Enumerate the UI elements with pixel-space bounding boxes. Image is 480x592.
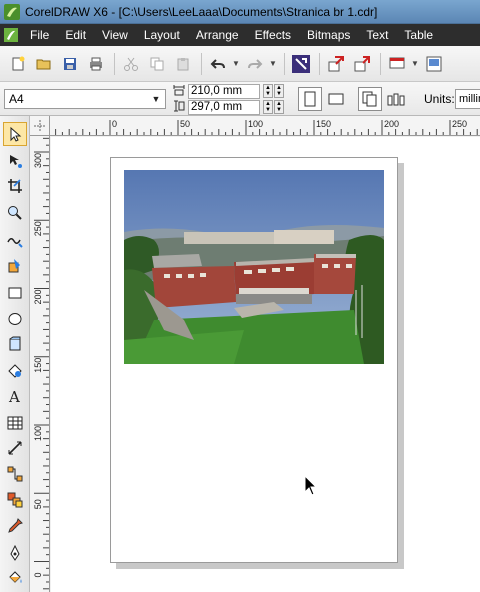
ruler-v-label: 200 — [33, 289, 43, 304]
ellipse-tool-icon[interactable] — [3, 307, 27, 331]
ruler-v-label: 150 — [33, 358, 43, 373]
cut-icon[interactable] — [119, 52, 143, 76]
connector-tool-icon[interactable] — [3, 462, 27, 486]
svg-text:A: A — [8, 388, 20, 404]
undo-dropdown-icon[interactable]: ▼ — [232, 59, 240, 68]
building-photo[interactable] — [124, 170, 384, 364]
import-icon[interactable] — [324, 52, 348, 76]
polygon-tool-icon[interactable] — [3, 332, 27, 356]
mouse-cursor-icon — [304, 475, 318, 496]
crop-tool-icon[interactable] — [3, 174, 27, 198]
search-content-icon[interactable] — [289, 52, 313, 76]
document-menu-icon[interactable] — [0, 24, 22, 46]
menu-bitmaps[interactable]: Bitmaps — [299, 24, 358, 46]
title-bar: CorelDRAW X6 - [C:\Users\LeeLaaa\Documen… — [0, 0, 480, 24]
horizontal-ruler-ticks: 0 50 100 150 200 250 — [55, 119, 478, 135]
toolbar-separator — [380, 52, 381, 75]
ruler-origin[interactable] — [30, 116, 50, 136]
rectangle-tool-icon[interactable] — [3, 281, 27, 305]
current-page-button[interactable] — [384, 87, 408, 111]
menu-text[interactable]: Text — [358, 24, 396, 46]
menu-layout[interactable]: Layout — [136, 24, 188, 46]
width-spinner[interactable]: ▲ ▼ — [263, 84, 273, 98]
ruler-v-label: 50 — [33, 499, 43, 509]
ruler-v-label: 300 — [33, 153, 43, 168]
vertical-ruler-ticks: 300 250 200 150 100 50 0 — [33, 137, 49, 590]
basic-shapes-tool-icon[interactable] — [3, 359, 27, 383]
ruler-h-label: 250 — [452, 119, 467, 129]
print-button[interactable] — [84, 52, 108, 76]
launcher-dropdown-icon[interactable]: ▼ — [411, 59, 419, 68]
page-height-icon — [174, 100, 185, 112]
ruler-h-label: 50 — [180, 119, 190, 129]
ruler-v-label: 0 — [33, 572, 43, 577]
save-button[interactable] — [58, 52, 82, 76]
redo-icon[interactable] — [243, 52, 267, 76]
menu-arrange[interactable]: Arrange — [188, 24, 247, 46]
ruler-h-label: 150 — [316, 119, 331, 129]
ruler-v-label: 250 — [33, 221, 43, 236]
blend-tool-icon[interactable] — [3, 488, 27, 512]
text-tool-icon[interactable]: A — [3, 384, 27, 408]
outline-pen-tool-icon[interactable] — [3, 541, 27, 565]
toolbar-separator — [114, 52, 115, 75]
toolbar-separator — [319, 52, 320, 75]
fill-tool-icon[interactable] — [3, 566, 27, 590]
eyedropper-tool-icon[interactable] — [3, 514, 27, 538]
standard-toolbar: ▼ ▼ ▼ — [0, 46, 480, 82]
units-select[interactable]: millim — [455, 89, 480, 109]
copy-icon[interactable] — [145, 52, 169, 76]
shape-tool-icon[interactable] — [3, 149, 27, 173]
toolbar-separator — [201, 52, 202, 75]
page-size-value: A4 — [9, 92, 24, 106]
ruler-h-label: 0 — [112, 119, 117, 129]
toolbar-separator — [284, 52, 285, 75]
width-spinner-secondary[interactable]: ▲ ▼ — [274, 84, 284, 98]
menu-edit[interactable]: Edit — [57, 24, 94, 46]
horizontal-ruler[interactable]: 0 50 100 150 200 250 — [50, 116, 480, 136]
page-height-field[interactable]: 297,0 mm — [188, 100, 260, 115]
window-title: CorelDRAW X6 - [C:\Users\LeeLaaa\Documen… — [25, 4, 378, 19]
dimension-tool-icon[interactable] — [3, 436, 27, 460]
ruler-h-label: 100 — [248, 119, 263, 129]
landscape-orientation-button[interactable] — [324, 87, 348, 111]
page-size-select[interactable]: A4 ▼ — [4, 89, 166, 109]
units-label: Units: — [424, 92, 455, 106]
table-tool-icon[interactable] — [3, 411, 27, 435]
export-icon[interactable] — [350, 52, 374, 76]
welcome-screen-icon[interactable] — [422, 52, 446, 76]
zoom-tool-icon[interactable] — [3, 201, 27, 225]
height-spinner[interactable]: ▲ ▼ — [263, 100, 273, 114]
smart-fill-tool-icon[interactable] — [3, 254, 27, 278]
undo-icon[interactable] — [206, 52, 230, 76]
portrait-orientation-button[interactable] — [298, 87, 322, 111]
menu-view[interactable]: View — [94, 24, 136, 46]
ruler-v-label: 100 — [33, 426, 43, 441]
open-button[interactable] — [32, 52, 56, 76]
pick-tool-icon[interactable] — [3, 122, 27, 146]
page-width-field[interactable]: 210,0 mm — [188, 84, 260, 99]
ruler-h-label: 200 — [384, 119, 399, 129]
menu-file[interactable]: File — [22, 24, 57, 46]
coreldraw-app-icon[interactable] — [4, 3, 20, 20]
page-width-icon — [173, 85, 185, 96]
menu-bar: File Edit View Layout Arrange Effects Bi… — [0, 24, 480, 46]
vertical-ruler[interactable]: 300 250 200 150 100 50 0 — [30, 136, 50, 592]
application-launcher-icon[interactable] — [385, 52, 409, 76]
toolbox: A — [0, 116, 30, 592]
all-pages-button[interactable] — [358, 87, 382, 111]
chevron-down-icon[interactable]: ▼ — [149, 92, 163, 106]
redo-dropdown-icon[interactable]: ▼ — [269, 59, 277, 68]
menu-table[interactable]: Table — [396, 24, 441, 46]
freehand-tool-icon[interactable] — [3, 228, 27, 252]
new-document-button[interactable] — [6, 52, 30, 76]
paste-icon[interactable] — [171, 52, 195, 76]
menu-effects[interactable]: Effects — [247, 24, 299, 46]
property-bar: A4 ▼ 210,0 mm ▲ ▼ 297,0 mm ▲ ▼ ▲ ▼ ▲ ▼ Units… — [0, 82, 480, 116]
height-spinner-secondary[interactable]: ▲ ▼ — [274, 100, 284, 114]
